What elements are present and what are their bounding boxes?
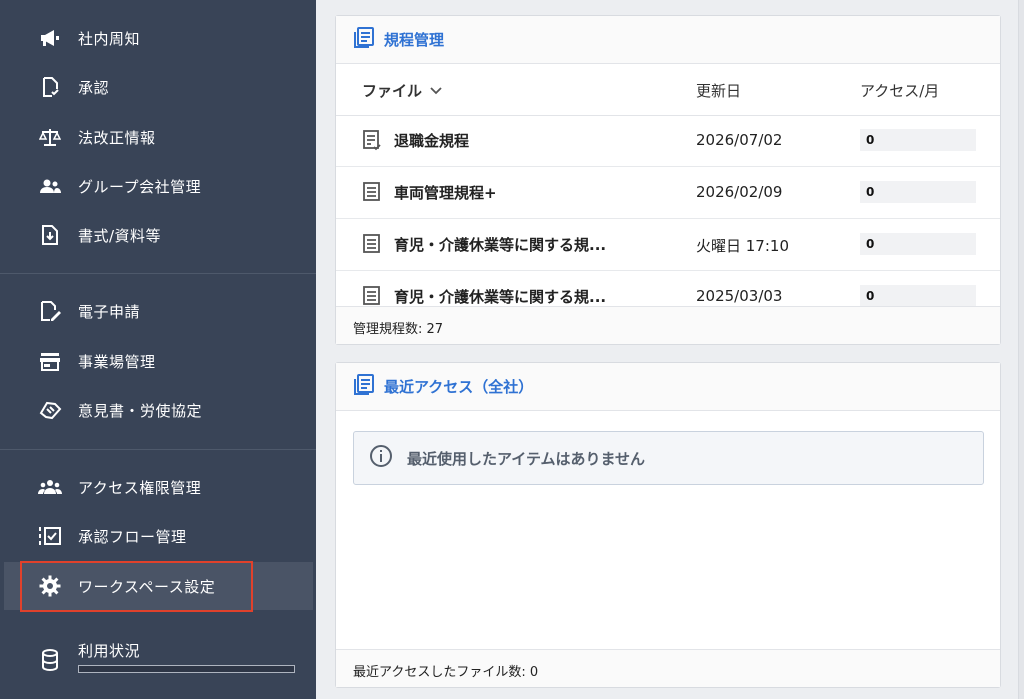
adjacent-panel-edge [1018,0,1024,699]
info-icon [369,444,393,472]
sidebar-divider [0,273,316,274]
card-title: 規程管理 [384,31,445,49]
sidebar-divider [0,449,316,450]
recent-access-card: 最近アクセス（全社） 最近使用したアイテムはありません 最近アクセスしたファイル… [335,362,1001,688]
usage-progress-bar [78,665,295,673]
sidebar-item-workplaces[interactable]: 事業場管理 [0,337,316,385]
sidebar-item-label: 法改正情報 [78,128,156,147]
chevron-down-icon [430,81,442,99]
empty-message-text: 最近使用したアイテムはありません [407,449,646,468]
card-header: 最近アクセス（全社） [336,363,1000,411]
sidebar-item-labor-agreements[interactable]: 意見書・労使協定 [0,386,316,434]
sidebar-item-forms[interactable]: 書式/資料等 [0,211,316,259]
database-icon [38,648,62,672]
file-date: 2026/02/09 [696,183,783,201]
sidebar-item-access-control[interactable]: アクセス権限管理 [0,463,316,511]
scale-icon [38,125,62,149]
file-date: 火曜日 17:10 [696,237,789,255]
file-name[interactable]: 車両管理規程+ [394,182,497,203]
empty-state-message: 最近使用したアイテムはありません [353,431,984,485]
document-list-icon [352,373,376,401]
document-download-icon [38,223,62,247]
column-header-file[interactable]: ファイル [362,65,442,115]
sidebar-item-label: 事業場管理 [78,352,156,371]
access-count: 0 [860,181,976,203]
table-row[interactable]: 育児・介護休業等に関する規... 2025/03/03 0 [336,271,1000,308]
sidebar-item-label: ワークスペース設定 [78,577,216,596]
document-check-icon [38,75,62,99]
table-row[interactable]: 退職金規程 2026/07/02 0 [336,115,1000,167]
file-date: 2025/03/03 [696,287,783,305]
sidebar-item-label: 承認フロー管理 [78,527,187,546]
sidebar-item-announcements[interactable]: 社内周知 [0,14,316,62]
table-row[interactable]: 車両管理規程+ 2026/02/09 0 [336,167,1000,219]
sidebar-item-label: 承認 [78,78,110,97]
file-name[interactable]: 育児・介護休業等に関する規... [394,286,606,307]
sidebar-item-label: 意見書・労使協定 [78,401,203,420]
megaphone-icon [38,26,62,50]
sidebar-item-label: 書式/資料等 [78,226,162,245]
sidebar-item-label: グループ会社管理 [78,177,202,196]
rules-count: 管理規程数: 27 [336,306,1000,344]
sidebar-item-label: 電子申請 [78,302,141,321]
group-icon [38,174,62,198]
document-edit-icon [38,299,62,323]
card-title: 最近アクセス（全社） [384,378,534,396]
sidebar-item-label: 社内周知 [78,29,141,48]
store-icon [38,349,62,373]
recent-file-count: 最近アクセスしたファイル数: 0 [336,649,1000,687]
file-name[interactable]: 育児・介護休業等に関する規... [394,234,606,255]
checklist-icon [38,524,62,548]
sidebar-item-usage[interactable]: 利用状況 [0,630,316,672]
sidebar: 社内周知 承認 法改正情報 グループ会社管理 書式/資料等 電子申請 事業場管理… [0,0,316,699]
sidebar-item-approval[interactable]: 承認 [0,63,316,111]
card-header: 規程管理 [336,16,1000,64]
column-header-access[interactable]: アクセス/月 [860,65,939,115]
gear-icon [38,574,62,598]
people-icon [38,475,62,499]
sidebar-item-workspace-settings[interactable]: ワークスペース設定 [4,562,313,610]
handshake-icon [38,398,62,422]
sidebar-item-approval-flow[interactable]: 承認フロー管理 [0,512,316,560]
sidebar-item-group-companies[interactable]: グループ会社管理 [0,162,316,210]
document-icon [362,181,382,207]
file-name[interactable]: 退職金規程 [394,130,469,151]
access-count: 0 [860,129,976,151]
access-count: 0 [860,285,976,307]
document-check-icon [362,129,382,155]
table-row[interactable]: 育児・介護休業等に関する規... 火曜日 17:10 0 [336,219,1000,271]
document-list-icon [352,26,376,54]
access-count: 0 [860,233,976,255]
file-date: 2026/07/02 [696,131,783,149]
sidebar-item-label: アクセス権限管理 [78,478,202,497]
column-label: ファイル [362,81,423,100]
column-header-updated[interactable]: 更新日 [696,65,741,115]
document-icon [362,233,382,259]
document-icon [362,285,382,308]
rules-management-card: 規程管理 ファイル 更新日 アクセス/月 退職金規程 2026/07/02 0 … [335,15,1001,345]
sidebar-item-e-application[interactable]: 電子申請 [0,287,316,335]
sidebar-item-law-updates[interactable]: 法改正情報 [0,113,316,161]
sidebar-item-label: 利用状況 [78,642,141,660]
